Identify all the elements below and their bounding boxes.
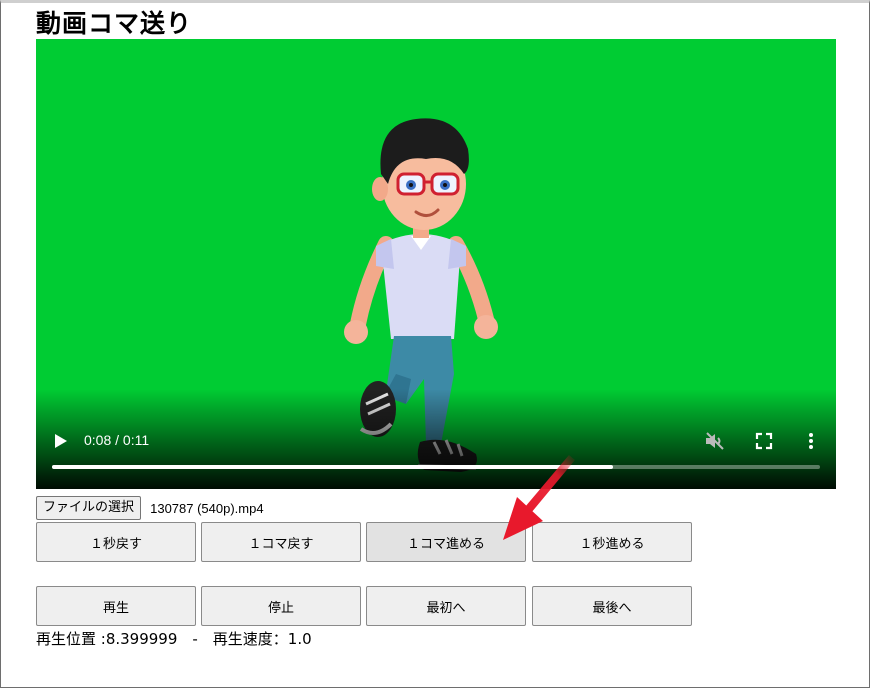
- volume-muted-icon[interactable]: [704, 431, 726, 451]
- file-name: 130787 (540p).mp4: [150, 500, 264, 516]
- file-select-button[interactable]: ファイルの選択: [36, 496, 142, 520]
- annotation-arrow: [503, 455, 575, 540]
- stop-button[interactable]: 停止: [201, 586, 361, 626]
- back-one-frame-button[interactable]: １コマ戻す: [201, 522, 361, 562]
- video-player[interactable]: 0:08 / 0:11: [36, 39, 836, 489]
- go-to-end-button[interactable]: 最後へ: [532, 586, 692, 626]
- video-progress-bar[interactable]: [52, 465, 820, 469]
- page-title: 動画コマ送り: [36, 9, 193, 38]
- video-time: 0:08 / 0:11: [84, 432, 150, 448]
- play-icon[interactable]: [50, 431, 70, 451]
- file-input-row: ファイルの選択 130787 (540p).mp4: [36, 496, 264, 520]
- more-vert-icon[interactable]: [804, 431, 818, 451]
- fullscreen-icon[interactable]: [754, 431, 774, 451]
- playback-status: 再生位置 :8.399999 - 再生速度：1.0: [36, 630, 312, 648]
- play-button[interactable]: 再生: [36, 586, 196, 626]
- go-to-start-button[interactable]: 最初へ: [366, 586, 526, 626]
- back-one-second-button[interactable]: １秒戻す: [36, 522, 196, 562]
